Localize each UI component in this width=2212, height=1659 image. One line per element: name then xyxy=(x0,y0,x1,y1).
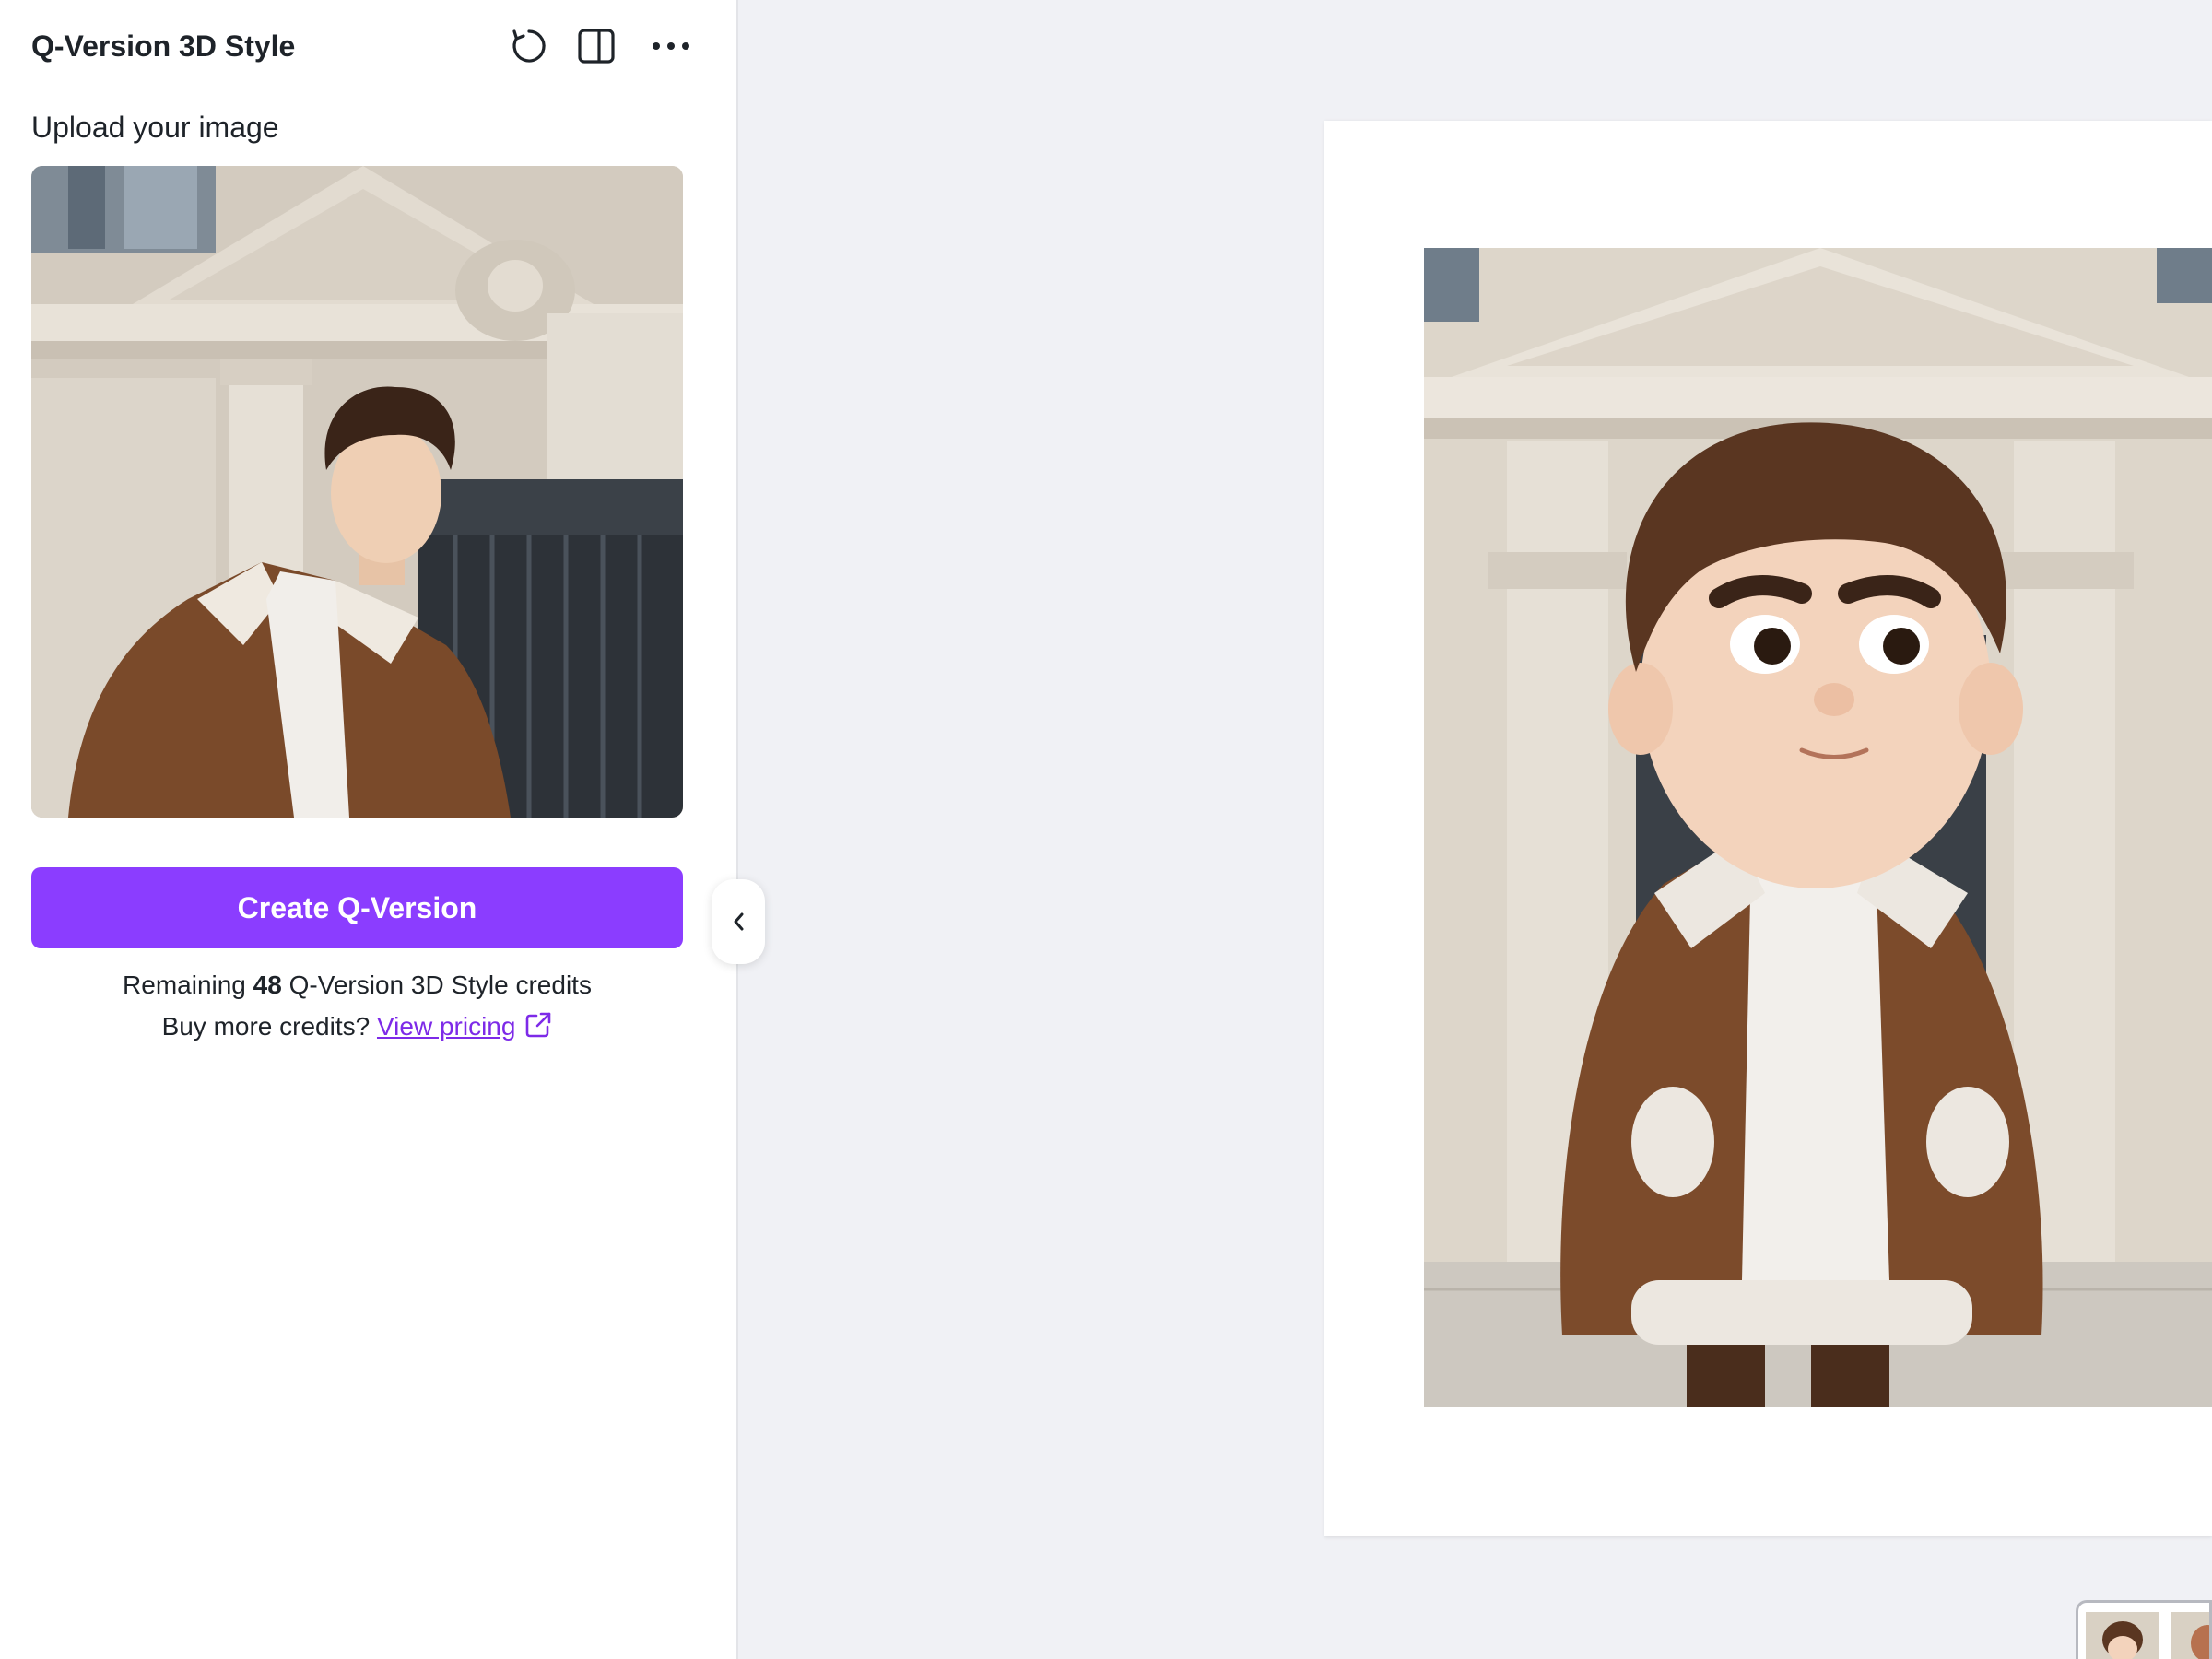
uploaded-image xyxy=(31,166,683,818)
buy-credits-question: Buy more credits? xyxy=(161,1012,371,1041)
create-q-version-button[interactable]: Create Q-Version xyxy=(31,867,683,948)
upload-section-label: Upload your image xyxy=(31,111,279,144)
split-view-icon[interactable] xyxy=(574,24,618,68)
external-link-icon[interactable] xyxy=(524,1011,552,1039)
credits-prefix: Remaining xyxy=(123,971,246,999)
credits-remaining-text: Remaining 48 Q-Version 3D Style credits xyxy=(31,966,683,1005)
credits-suffix: Q-Version 3D Style credits xyxy=(288,971,592,999)
page-thumbnail-strip[interactable] xyxy=(2076,1600,2212,1659)
app-panel: Q-Version 3D Style Upload your image Cre… xyxy=(0,0,738,1659)
collapse-panel-button[interactable] xyxy=(712,879,765,964)
app-root: Q-Version 3D Style Upload your image Cre… xyxy=(0,0,2212,1659)
credits-count: 48 xyxy=(253,971,282,999)
panel-title: Q-Version 3D Style xyxy=(31,29,296,63)
chevron-left-icon xyxy=(734,912,744,931)
design-page[interactable] xyxy=(1324,121,2212,1536)
page-thumbnail xyxy=(2086,1612,2209,1659)
refresh-icon[interactable] xyxy=(507,24,551,68)
buy-credits-line: Buy more credits? View pricing xyxy=(31,1007,683,1046)
q-version-result-image[interactable] xyxy=(1424,248,2212,1407)
more-options-icon[interactable] xyxy=(649,24,693,68)
view-pricing-link[interactable]: View pricing xyxy=(377,1012,515,1041)
